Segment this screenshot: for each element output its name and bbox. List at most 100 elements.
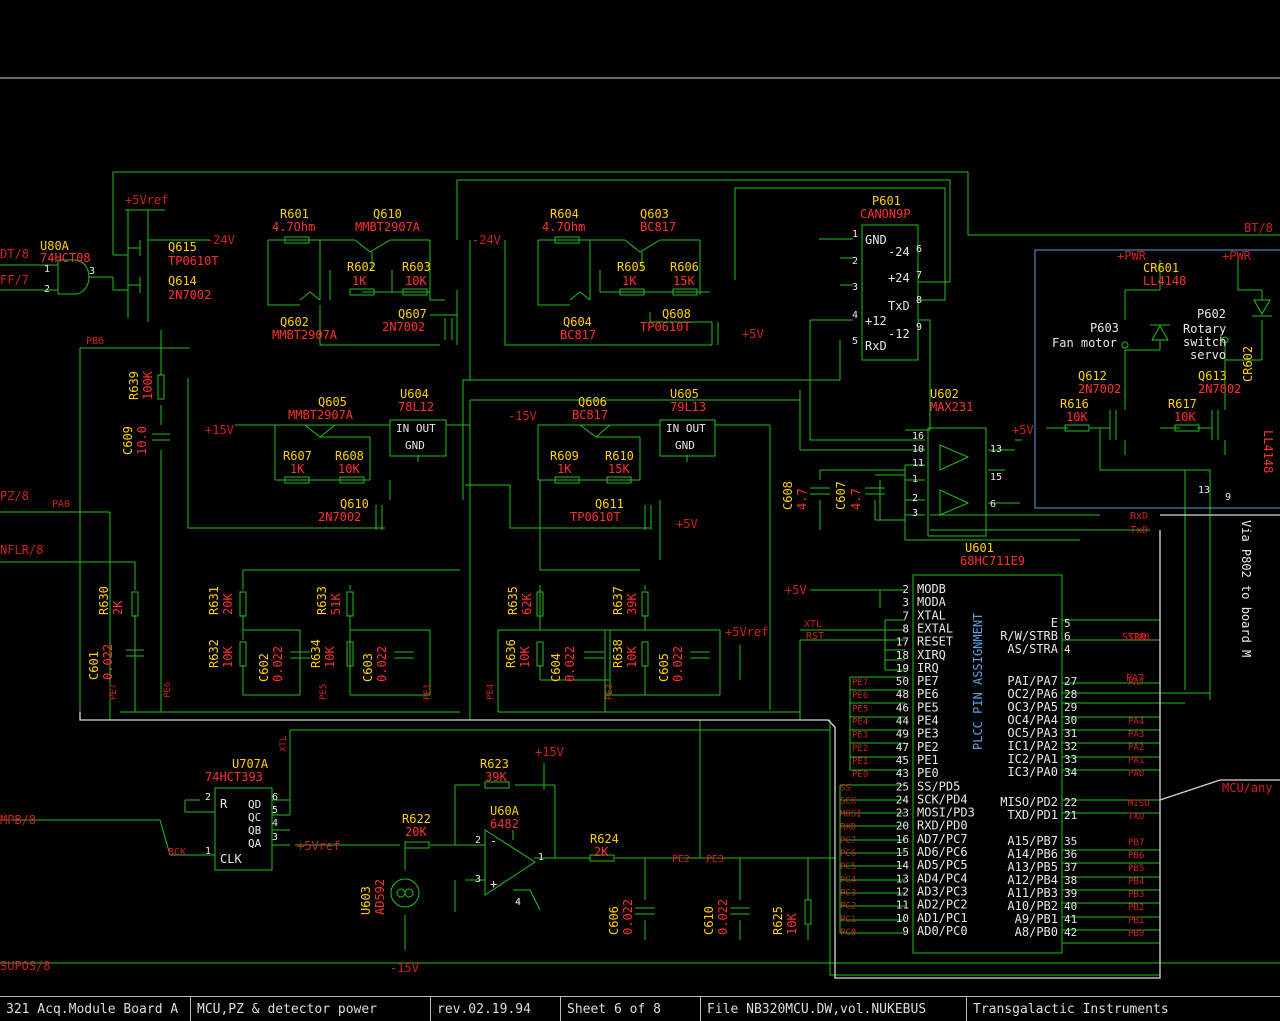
r631-ref: R631	[207, 586, 221, 615]
net-rxd: RxD	[1130, 511, 1148, 522]
mcu-left-pin-num: 24	[896, 793, 910, 806]
u707-qd: QD	[248, 798, 261, 811]
u603-value: AD592	[373, 879, 387, 915]
q611-value: TP0610T	[570, 510, 621, 524]
r617-value: 10K	[1174, 410, 1196, 424]
r632-body	[239, 641, 247, 667]
mcu-left-pin-name: AD7/PC7	[917, 832, 968, 846]
p601-ref: P601	[872, 194, 901, 208]
mcu-left-pin-net: PE3	[852, 731, 868, 741]
u602-body	[927, 427, 987, 537]
mcu-right-pin-net: PA7	[1128, 678, 1144, 688]
mcu-right-pin-net: PB6	[1128, 851, 1144, 861]
power-pwr2: +PWR	[1222, 249, 1252, 263]
r630-ref: R630	[97, 586, 111, 615]
mcu-left-pin-net: PE7	[852, 678, 868, 688]
power-p5vref_bottom: +5Vref	[725, 625, 768, 639]
mcu-left-pin-name: MODA	[917, 595, 947, 609]
u707-qb: QB	[248, 824, 262, 837]
mcu-left-pin-num: 7	[902, 609, 909, 622]
r603-value: 10K	[405, 274, 427, 288]
r604-ref: R604	[550, 207, 579, 221]
r616-ref: R616	[1060, 397, 1089, 411]
r632-value: 10K	[221, 646, 235, 668]
mcu-right-pin-name: OC3/PA5	[1007, 700, 1058, 714]
mcu-left-pin-net: PC3	[840, 888, 856, 898]
mcu-left-pin-net: PC2	[840, 902, 856, 912]
mcu-left-pin-name: MOSI/PD3	[917, 806, 975, 820]
mcu-left-pin-net: MOSI	[840, 810, 862, 820]
r637-ref: R637	[611, 586, 625, 615]
p601-pin-9: 9	[916, 322, 922, 333]
r630-body	[131, 591, 139, 617]
mcu-left-pin-name: MODB	[917, 582, 946, 596]
power-m24v_mid: -24V	[472, 233, 501, 247]
u707-r: R	[220, 797, 228, 811]
cr602-body	[1253, 299, 1271, 316]
q610a-ref: Q610	[373, 207, 402, 221]
mcu-left-pin-net: PC7	[840, 836, 856, 846]
mcu-left-pin-num: 9	[902, 925, 909, 938]
mcu-right-pin-net: PB5	[1128, 864, 1144, 874]
mcu-left-pin-name: XIRQ	[917, 648, 946, 662]
r610-value: 15K	[608, 462, 630, 476]
r606-ref: R606	[670, 260, 699, 274]
mcu-right-pin-name: IC2/PA1	[1007, 752, 1058, 766]
u602-pin-3: 3	[912, 508, 918, 519]
r609-value: 1K	[557, 462, 572, 476]
mcu-right-pin-name: MISO/PD2	[1000, 795, 1058, 809]
c601-value: 0.022	[101, 644, 115, 680]
mcu-right-pin-num: 21	[1064, 809, 1077, 822]
u605-inout: IN OUT	[666, 422, 706, 435]
p601-pin-7: 7	[916, 270, 922, 281]
p601-pin-5: 5	[852, 336, 858, 347]
mcu-right-pin-num: 22	[1064, 796, 1077, 809]
r631-value: 20K	[221, 593, 235, 615]
mcu-left-pin-num: 16	[896, 833, 909, 846]
net-pe3-v: PE3	[605, 684, 615, 700]
mcu-right-pin-name: A9/PB1	[1015, 912, 1058, 926]
net-xtl-v: XTL	[279, 736, 289, 752]
q604-ref: Q604	[563, 315, 592, 329]
r606-value: 15K	[673, 274, 695, 288]
mcu-left-pin-name: RESET	[917, 635, 953, 649]
q615-ref: Q615	[168, 240, 197, 254]
r635-value: 62K	[520, 593, 534, 615]
mcu-right-pin-net: PB4	[1128, 877, 1144, 887]
mcu-right-pin-net: PB7	[1128, 838, 1144, 848]
p602-label-1: Rotary	[1183, 322, 1226, 336]
mcu-left-pin-num: 14	[896, 859, 910, 872]
title-sheet: Sheet 6 of 8	[560, 997, 700, 1021]
p603-label: Fan motor	[1052, 336, 1117, 350]
r625-value: 10K	[785, 913, 799, 935]
r602-value: 1K	[352, 274, 367, 288]
cr602-ref: CR602	[1241, 346, 1255, 382]
mcu-left-pin-name: SS/PD5	[917, 779, 960, 793]
r616-value: 10K	[1066, 410, 1088, 424]
mcu-left-pin-num: 15	[896, 846, 909, 859]
via-board-note: Via P802 to board M	[1239, 520, 1253, 657]
r622-body	[404, 841, 430, 849]
q603-ref: Q603	[640, 207, 669, 221]
mcu-left-pin-name: PE2	[917, 740, 939, 754]
p601-p12: +12	[865, 314, 887, 328]
c604-value: 0.022	[563, 646, 577, 682]
power-p5vref_u60: +5Vref	[297, 839, 340, 853]
c605-ref: C605	[657, 653, 671, 682]
power-p5vref_top: +5Vref	[125, 193, 168, 207]
net-mcuany: MCU/any	[1222, 781, 1273, 795]
u602-pin-13: 13	[990, 444, 1002, 455]
mcu-right-pin-num: 4	[1064, 643, 1071, 656]
mcu-right-pin-num: 40	[1064, 900, 1077, 913]
r636-value: 10K	[518, 646, 532, 668]
mcu-left-pin-name: EXTAL	[917, 621, 953, 635]
c610-ref: C610	[702, 906, 716, 935]
u80a-pin-3: 3	[89, 266, 95, 277]
mcu-left-pin-num: 43	[896, 767, 909, 780]
u80a-value: 74HCT08	[40, 251, 91, 265]
r623-ref: R623	[480, 757, 509, 771]
r636-ref: R636	[504, 639, 518, 668]
mcu-right-pin-num: 32	[1064, 740, 1077, 753]
net-pe7-v: PE7	[109, 684, 119, 700]
mcu-left-pin-net: PE6	[852, 691, 868, 701]
